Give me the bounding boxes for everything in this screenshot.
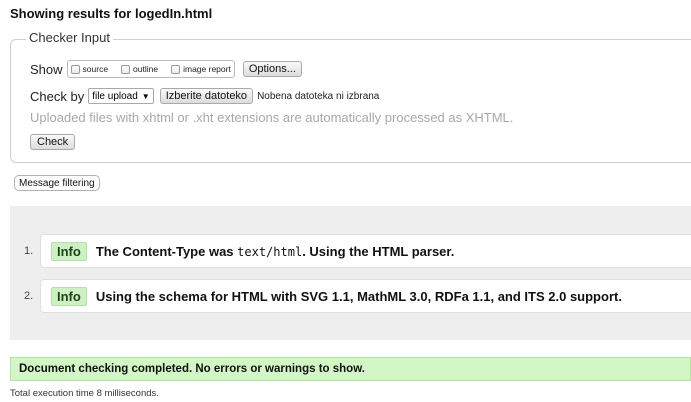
- show-label: Show: [30, 61, 63, 77]
- result-item: Info Using the schema for HTML with SVG …: [40, 279, 691, 313]
- show-outline-option[interactable]: outline: [121, 64, 158, 74]
- result-item: Info The Content-Type was text/html. Usi…: [40, 234, 691, 268]
- dropdown-arrow-icon: ▼: [141, 91, 150, 101]
- outline-checkbox[interactable]: [121, 64, 131, 74]
- options-button[interactable]: Options...: [242, 61, 302, 77]
- check-by-label: Check by: [30, 88, 85, 104]
- show-image-report-option[interactable]: image report: [171, 64, 231, 74]
- source-checkbox[interactable]: [70, 64, 80, 74]
- info-badge: Info: [51, 286, 87, 306]
- result-message-code: text/html: [237, 244, 303, 259]
- result-message: The Content-Type was text/html. Using th…: [96, 244, 455, 259]
- result-message-after: . Using the HTML parser.: [302, 243, 455, 259]
- results-panel: 1. Info The Content-Type was text/html. …: [10, 206, 691, 340]
- result-message-before: The Content-Type was: [95, 243, 238, 259]
- execution-time: Total execution time 8 milliseconds.: [10, 388, 159, 399]
- checker-input-legend: Checker Input: [26, 30, 113, 45]
- info-badge: Info: [51, 241, 87, 261]
- check-button[interactable]: Check: [30, 134, 76, 150]
- outline-label: outline: [133, 64, 159, 74]
- result-number: 1.: [24, 245, 34, 257]
- summary-bar: Document checking completed. No errors o…: [10, 357, 691, 381]
- hint-row: Uploaded files with xhtml or .xht extens…: [30, 110, 513, 125]
- show-row: Show source outline image report Options…: [30, 60, 302, 78]
- image-report-label: image report: [183, 64, 231, 74]
- file-status: Nobena datoteka ni izbrana: [257, 90, 380, 102]
- page-title: Showing results for logedIn.html: [10, 6, 213, 21]
- check-row: Check: [30, 134, 76, 150]
- source-label: source: [82, 64, 109, 74]
- upload-hint: Uploaded files with xhtml or .xht extens…: [30, 110, 514, 125]
- show-source-option[interactable]: source: [70, 64, 109, 74]
- check-by-row: Check by file upload ▼ Izberite datoteko…: [30, 88, 379, 104]
- choose-file-button[interactable]: Izberite datoteko: [159, 88, 254, 104]
- check-by-select[interactable]: file upload ▼: [88, 88, 154, 104]
- show-options-group: source outline image report: [66, 60, 235, 78]
- check-by-select-value: file upload: [92, 90, 138, 102]
- result-message: Using the schema for HTML with SVG 1.1, …: [95, 288, 622, 304]
- result-number: 2.: [24, 290, 34, 302]
- message-filtering-button[interactable]: Message filtering: [14, 175, 100, 191]
- image-report-checkbox[interactable]: [171, 64, 181, 74]
